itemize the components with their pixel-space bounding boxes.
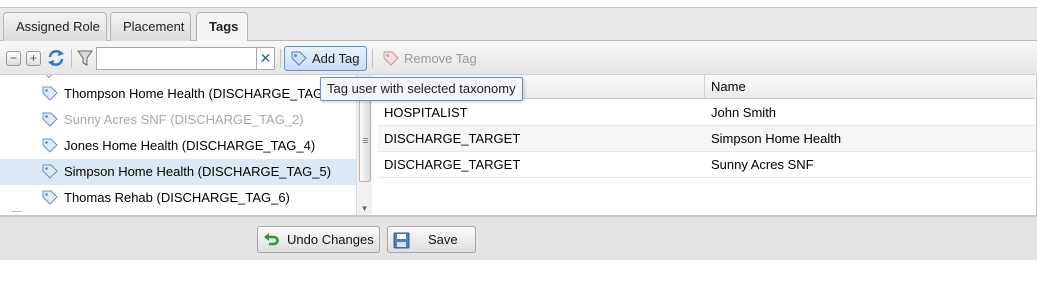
cell-name: John Smith [711, 105, 777, 120]
tree-item[interactable]: Jones Home Health (DISCHARGE_TAG_4) [0, 133, 356, 159]
taxonomy-tree: Thompson Home Health (DISCHARGE_TAG_1) Su… [0, 75, 372, 215]
column-header-name[interactable]: Name [705, 75, 1035, 99]
table-row[interactable]: HOSPITALIST John Smith [378, 100, 1035, 126]
tree-item-label: Simpson Home Health (DISCHARGE_TAG_5) [64, 164, 332, 179]
save-label: Save [428, 232, 458, 247]
tag-icon [42, 112, 58, 127]
save-button[interactable]: Save [387, 226, 476, 253]
cell-name: Simpson Home Health [711, 131, 842, 146]
toolbar-divider [372, 49, 373, 68]
tree-item-label: Thomas Rehab (DISCHARGE_TAG_6) [64, 190, 290, 205]
tab-bar: Assigned Role Placement Tags [0, 8, 1037, 42]
top-strip [0, 0, 1037, 8]
tag-icon [291, 51, 307, 66]
undo-changes-label: Undo Changes [287, 232, 374, 247]
toolbar-divider [280, 49, 281, 68]
save-icon [393, 232, 410, 249]
filter-button[interactable] [77, 49, 93, 67]
add-tag-label: Add Tag [312, 51, 360, 66]
tree-item-label: Thompson Home Health (DISCHARGE_TAG_1) [64, 86, 342, 101]
tree-item[interactable]: Simpson Home Health (DISCHARGE_TAG_5) [0, 159, 356, 185]
tree-item[interactable]: Thompson Home Health (DISCHARGE_TAG_1) [0, 81, 356, 107]
add-tag-button[interactable]: Add Tag [284, 46, 367, 71]
tab-tags[interactable]: Tags [196, 12, 248, 42]
expand-all-button[interactable]: + [26, 51, 41, 66]
refresh-icon [48, 50, 64, 66]
close-icon: ✕ [259, 50, 272, 66]
cell-type: DISCHARGE_TARGET [384, 131, 521, 146]
undo-changes-button[interactable]: Undo Changes [257, 226, 380, 253]
collapse-all-button[interactable]: − [6, 51, 21, 66]
table-row[interactable]: DISCHARGE_TARGET Sunny Acres SNF [378, 152, 1035, 178]
tag-remove-icon [383, 51, 399, 66]
clear-filter-button[interactable]: ✕ [257, 47, 275, 70]
toolbar: − + ✕ Add Tag Remove Tag [0, 41, 1037, 75]
tab-placement[interactable]: Placement [110, 12, 191, 41]
minus-icon: − [9, 51, 17, 65]
tree-item[interactable]: Thomas Rehab (DISCHARGE_TAG_6) [0, 185, 356, 211]
tree-item[interactable]: Sunny Acres SNF (DISCHARGE_TAG_2) [0, 107, 356, 133]
undo-icon [264, 233, 279, 246]
refresh-button[interactable] [46, 48, 66, 68]
tree-item-label: Sunny Acres SNF (DISCHARGE_TAG_2) [64, 112, 304, 127]
cell-name: Sunny Acres SNF [711, 157, 814, 172]
tree-connector [12, 211, 22, 215]
tag-icon [42, 138, 58, 153]
remove-tag-button[interactable]: Remove Tag [376, 46, 491, 71]
cell-type: DISCHARGE_TARGET [384, 157, 521, 172]
tree-expander-icon [44, 75, 54, 79]
filter-icon [77, 50, 93, 66]
grip-icon [363, 138, 368, 139]
table-row[interactable]: DISCHARGE_TARGET Simpson Home Health [378, 126, 1035, 152]
scrollbar-thumb[interactable] [359, 100, 371, 182]
tree-item-label: Jones Home Health (DISCHARGE_TAG_4) [64, 138, 316, 153]
tag-icon [42, 190, 58, 205]
remove-tag-label: Remove Tag [404, 51, 477, 66]
tag-icon [42, 164, 58, 179]
plus-icon: + [29, 51, 37, 65]
filter-input[interactable] [96, 47, 257, 70]
toolbar-divider [71, 49, 72, 68]
scroll-down-icon[interactable]: ▼ [357, 204, 372, 213]
tab-assigned-role[interactable]: Assigned Role [3, 12, 107, 41]
tag-icon [42, 86, 58, 101]
cell-type: HOSPITALIST [384, 105, 468, 120]
footer-bar: Undo Changes Save [0, 216, 1037, 260]
add-tag-tooltip: Tag user with selected taxonomy [320, 77, 523, 101]
